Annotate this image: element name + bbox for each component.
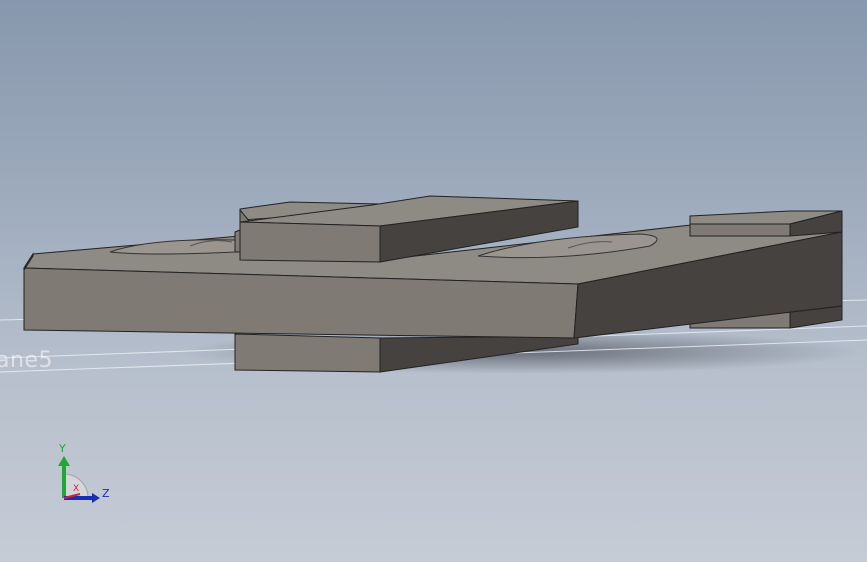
- orientation-triad[interactable]: Y X Z: [50, 440, 120, 510]
- x-axis-label: X: [73, 484, 80, 494]
- z-axis-arrowhead: [92, 493, 100, 503]
- y-axis-arrowhead: [58, 456, 70, 466]
- reference-plane-label: ane5: [0, 348, 53, 373]
- right-top-pad: [689, 210, 843, 237]
- left-slot: [109, 239, 236, 255]
- y-axis-label: Y: [59, 442, 66, 455]
- z-axis-label: Z: [102, 487, 110, 500]
- model-view[interactable]: [0, 0, 867, 562]
- graphics-viewport[interactable]: ane5 Y X Z: [0, 0, 867, 562]
